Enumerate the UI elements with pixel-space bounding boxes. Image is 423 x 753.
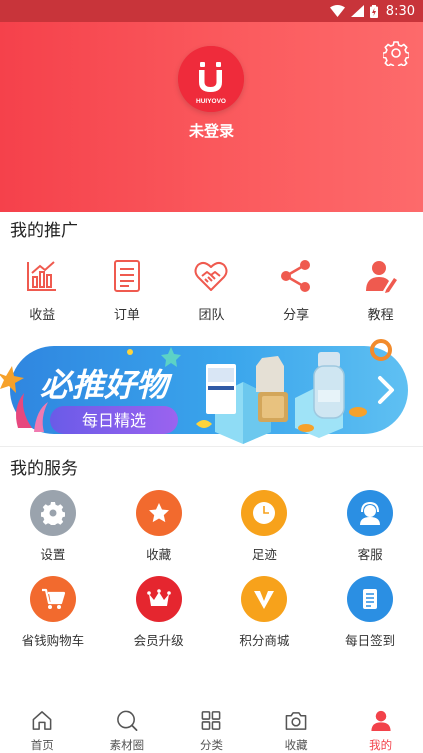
service-settings[interactable]: 设置 <box>0 490 106 576</box>
home-icon <box>32 711 52 730</box>
banner-subline: 每日精选 <box>82 411 146 430</box>
promo-label: 分享 <box>283 308 310 323</box>
signal-icon <box>350 5 364 17</box>
clock-icon <box>241 490 288 536</box>
banner-headline: 必推好物 <box>40 366 173 404</box>
wifi-icon <box>329 5 345 17</box>
nav-item-mine[interactable]: 我的 <box>338 698 423 753</box>
grid-icon <box>202 711 221 730</box>
profile-header: HUIYOVO 未登录 <box>0 22 423 212</box>
service-label: 客服 <box>357 547 383 562</box>
v-badge-icon <box>241 576 288 622</box>
promo-label: 订单 <box>113 308 140 323</box>
promo-item-share[interactable]: 分享 <box>254 255 339 330</box>
promo-item-orders[interactable]: 订单 <box>85 255 170 330</box>
service-points-mall[interactable]: 积分商城 <box>212 576 318 662</box>
search-icon <box>117 710 138 731</box>
nav-item-materials[interactable]: 素材圈 <box>85 698 170 753</box>
services-section-title: 我的服务 <box>10 459 78 479</box>
nav-label: 首页 <box>30 738 54 752</box>
gear-icon <box>29 490 76 536</box>
bottom-nav: 首页 素材圈 分类 收藏 我的 <box>0 698 423 753</box>
person-icon <box>371 710 391 732</box>
nav-label: 收藏 <box>284 738 308 752</box>
gear-icon[interactable] <box>383 40 409 66</box>
nav-item-favorites[interactable]: 收藏 <box>254 698 339 753</box>
service-customer-service[interactable]: 客服 <box>317 490 423 576</box>
service-footprints[interactable]: 足迹 <box>212 490 318 576</box>
banner-headline-text: 必推好物 <box>40 366 173 404</box>
service-label: 省钱购物车 <box>21 633 85 648</box>
handshake-heart-icon <box>194 261 228 291</box>
camera-icon <box>285 712 307 730</box>
service-label: 每日签到 <box>345 633 396 648</box>
service-favorites[interactable]: 收藏 <box>106 490 212 576</box>
logo-text: HUIYOVO <box>196 98 226 105</box>
notepad-icon <box>347 576 394 622</box>
nav-label: 素材圈 <box>109 738 145 752</box>
nav-item-categories[interactable]: 分类 <box>169 698 254 753</box>
battery-icon <box>369 4 378 18</box>
promo-item-team[interactable]: 团队 <box>169 255 254 330</box>
service-cart[interactable]: 省钱购物车 <box>0 576 106 662</box>
divider <box>0 446 423 447</box>
service-daily-checkin[interactable]: 每日签到 <box>317 576 423 662</box>
bar-chart-icon <box>27 261 57 291</box>
headset-icon <box>347 490 394 536</box>
cart-icon <box>29 576 76 622</box>
service-label: 足迹 <box>251 547 277 562</box>
document-icon <box>113 260 140 292</box>
status-time: 8:30 <box>385 3 415 19</box>
service-label: 设置 <box>40 547 66 562</box>
nav-item-home[interactable]: 首页 <box>0 698 85 753</box>
login-status[interactable]: 未登录 <box>0 120 423 141</box>
service-label: 积分商城 <box>239 633 290 648</box>
promo-label: 教程 <box>367 308 394 323</box>
share-icon <box>281 260 311 292</box>
crown-icon <box>135 576 182 622</box>
services-grid: 设置 收藏 足迹 客服 省钱购物车 会员升级 积分商城 每日签到 <box>0 490 423 662</box>
user-pen-icon <box>365 261 397 293</box>
app-logo[interactable]: HUIYOVO <box>178 46 244 112</box>
service-label: 会员升级 <box>133 633 184 648</box>
nav-label: 分类 <box>199 738 223 752</box>
promo-label: 团队 <box>198 308 225 323</box>
promo-item-earnings[interactable]: 收益 <box>0 255 85 330</box>
promo-banner[interactable]: 必推好物 每日精选 <box>0 336 423 444</box>
promo-section-title: 我的推广 <box>10 221 78 241</box>
nav-label: 我的 <box>369 738 393 752</box>
promo-row: 收益 订单 团队 分享 教程 <box>0 255 423 330</box>
star-icon <box>135 490 182 536</box>
promo-item-tutorial[interactable]: 教程 <box>338 255 423 330</box>
service-label: 收藏 <box>146 547 172 562</box>
promo-label: 收益 <box>29 308 56 323</box>
service-vip-upgrade[interactable]: 会员升级 <box>106 576 212 662</box>
status-bar: 8:30 <box>0 0 423 22</box>
